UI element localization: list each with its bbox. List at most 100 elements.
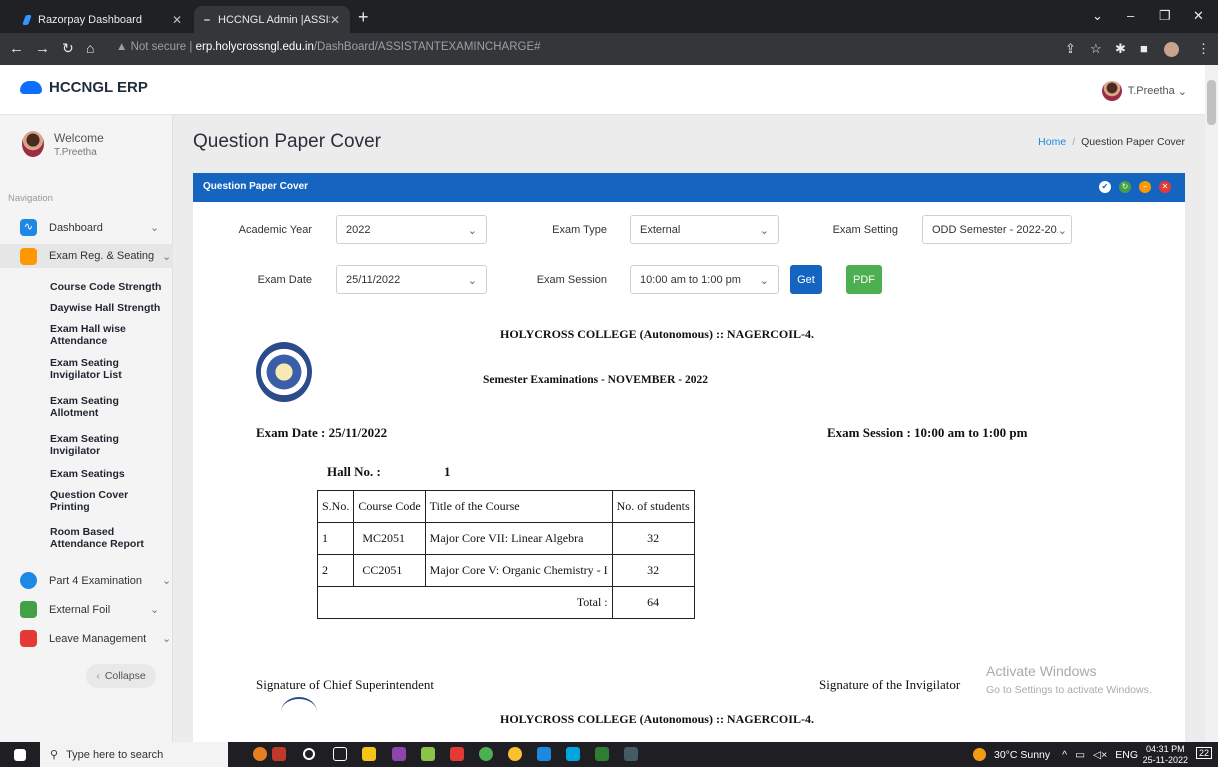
tab-search-icon[interactable]: ⌄ — [1092, 8, 1103, 24]
gift-app-icon[interactable] — [272, 747, 286, 761]
language-indicator[interactable]: ENG — [1115, 749, 1138, 761]
search-icon: ⚲ — [50, 749, 59, 761]
notification-icon[interactable]: 22 — [1195, 747, 1212, 759]
share-icon[interactable]: ⇪ — [1065, 41, 1076, 57]
volume-icon[interactable]: ◁× — [1093, 749, 1107, 761]
sidepanel-icon[interactable]: ■ — [1140, 41, 1148, 56]
forward-icon[interactable]: → — [35, 40, 50, 57]
bookmark-star-icon[interactable]: ☆ — [1090, 41, 1102, 57]
activation-watermark-sub: Go to Settings to activate Windows. — [986, 684, 1152, 696]
subitem-seating-allotment[interactable]: Exam Seating Allotment — [50, 395, 120, 419]
sidebar-item-dashboard[interactable]: ∿ Dashboard ⌄ — [20, 219, 159, 236]
subitem-invigilator-list[interactable]: Exam Seating Invigilator List — [50, 357, 140, 381]
sidebar-item-leave-management[interactable]: Leave Management ⌄ — [20, 630, 171, 647]
close-panel-icon[interactable]: ✕ — [1159, 181, 1171, 193]
profile-avatar[interactable] — [1164, 42, 1179, 57]
chevron-left-icon: ‹ — [96, 670, 100, 682]
file-explorer-icon[interactable] — [362, 747, 376, 761]
taskbar-search[interactable]: ⚲ Type here to search — [40, 742, 228, 767]
collapse-button[interactable]: ‹ Collapse — [86, 664, 156, 688]
activation-watermark: Activate Windows — [986, 663, 1097, 679]
get-button[interactable]: Get — [790, 265, 822, 294]
pdf-button[interactable]: PDF — [846, 265, 882, 294]
user-menu[interactable]: T.Preetha ⌄ — [1101, 81, 1187, 101]
college-heading: HOLYCROSS COLLEGE (Autonomous) :: NAGERC… — [500, 712, 814, 726]
sidebar-item-exam-reg[interactable]: Exam Reg. & Seating ⌄ — [0, 244, 173, 268]
calendar-icon — [20, 630, 37, 647]
breadcrumb-home[interactable]: Home — [1038, 136, 1066, 148]
subitem-daywise-hall-strength[interactable]: Daywise Hall Strength — [50, 302, 160, 314]
scrollbar[interactable] — [1205, 65, 1218, 742]
table-cell: Major Core VII: Linear Algebra — [424, 522, 613, 555]
sidebar-item-part4[interactable]: Part 4 Examination ⌄ — [20, 572, 171, 589]
windows-start-icon[interactable] — [14, 749, 26, 761]
tab-label: HCCNGL Admin |ASSISTANTEXAI — [218, 13, 330, 26]
word-icon[interactable] — [537, 747, 551, 761]
url-field[interactable]: ▲ Not secure | erp.holycrossngl.edu.in/D… — [116, 41, 541, 53]
tab-razorpay[interactable]: Razorpay Dashboard ✕ — [14, 6, 192, 33]
clock-app-icon[interactable] — [253, 747, 267, 761]
home-icon[interactable]: ⌂ — [86, 40, 94, 56]
chrome-icon[interactable] — [479, 747, 493, 761]
close-window-icon[interactable]: ✕ — [1193, 8, 1204, 24]
check-icon[interactable]: ✔ — [1099, 181, 1111, 193]
skype-icon[interactable] — [566, 747, 580, 761]
back-icon[interactable]: ← — [9, 40, 24, 57]
nav-label: Navigation — [8, 193, 53, 204]
subitem-exam-hall-attendance[interactable]: Exam Hall wise Attendance — [50, 323, 140, 347]
extensions-icon[interactable]: ✱ — [1115, 41, 1126, 57]
app-icon[interactable] — [450, 747, 464, 761]
doc-exam-session: Exam Session : 10:00 am to 1:00 pm — [827, 425, 1028, 440]
chrome-alt-icon[interactable] — [508, 747, 522, 761]
chevron-down-icon: ⌄ — [467, 275, 477, 287]
tab-label: Razorpay Dashboard — [38, 13, 142, 26]
table-cell: 2 — [316, 554, 355, 587]
minimize-panel-icon[interactable]: – — [1139, 181, 1151, 193]
subitem-exam-seatings[interactable]: Exam Seatings — [50, 468, 125, 480]
exam-session-select[interactable]: 10:00 am to 1:00 pm ⌄ — [630, 265, 779, 294]
close-icon[interactable]: ✕ — [330, 13, 340, 27]
welcome-block: Welcome T.Preetha — [22, 131, 104, 158]
table-cell: CC2051 — [353, 554, 426, 587]
menu-icon[interactable]: ⋮ — [1197, 41, 1210, 57]
vscode-icon[interactable] — [624, 747, 638, 761]
close-icon[interactable]: ✕ — [172, 13, 182, 27]
restore-icon[interactable]: ❐ — [1159, 8, 1171, 24]
notepad-icon[interactable] — [421, 747, 435, 761]
excel-icon[interactable] — [595, 747, 609, 761]
task-view-icon[interactable] — [333, 747, 347, 761]
refresh-icon[interactable]: ↻ — [1119, 181, 1131, 193]
tab-hccngl[interactable]: HCCNGL Admin |ASSISTANTEXAI ✕ — [194, 6, 350, 33]
exam-session-label: Exam Session — [536, 274, 607, 286]
new-tab-icon[interactable]: + — [358, 7, 369, 28]
clock[interactable]: 04:31 PM 25-11-2022 — [1143, 744, 1188, 766]
minimize-icon[interactable]: – — [1127, 8, 1134, 23]
exam-date-select[interactable]: 25/11/2022 ⌄ — [336, 265, 487, 294]
academic-year-select[interactable]: 2022 ⌄ — [336, 215, 487, 244]
subitem-course-code-strength[interactable]: Course Code Strength — [50, 281, 161, 293]
sidebar-item-external-foil[interactable]: External Foil ⌄ — [20, 601, 159, 618]
column-header: Title of the Course — [424, 490, 613, 523]
table-cell: 32 — [611, 522, 695, 555]
circle-icon — [20, 572, 37, 589]
subitem-question-cover-printing[interactable]: Question Cover Printing — [50, 489, 140, 513]
user-name: T.Preetha — [1127, 85, 1175, 97]
exam-type-select[interactable]: External ⌄ — [630, 215, 779, 244]
subitem-room-attendance-report[interactable]: Room Based Attendance Report — [50, 526, 150, 550]
scrollbar-thumb[interactable] — [1207, 80, 1216, 125]
sidebar-item-label: Exam Reg. & Seating — [49, 250, 155, 262]
network-icon[interactable]: ▭ — [1075, 749, 1085, 761]
reload-icon[interactable]: ↻ — [62, 40, 74, 57]
chevron-up-icon[interactable]: ^ — [1062, 749, 1067, 761]
table-total-row: Total : 64 — [317, 586, 695, 619]
page-title: Question Paper Cover — [193, 131, 381, 152]
collapse-label: Collapse — [104, 670, 146, 682]
visual-studio-icon[interactable] — [392, 747, 406, 761]
sidebar-item-label: Leave Management — [49, 632, 147, 645]
brand-logo[interactable]: HCCNGL ERP — [20, 79, 148, 96]
chevron-down-icon: ⌄ — [162, 575, 172, 587]
cortana-icon[interactable] — [303, 748, 315, 760]
exam-setting-select[interactable]: ODD Semester - 2022-20... ⌄ — [922, 215, 1072, 244]
subitem-seating-invigilator[interactable]: Exam Seating Invigilator — [50, 433, 120, 457]
welcome-user: T.Preetha — [54, 147, 97, 158]
